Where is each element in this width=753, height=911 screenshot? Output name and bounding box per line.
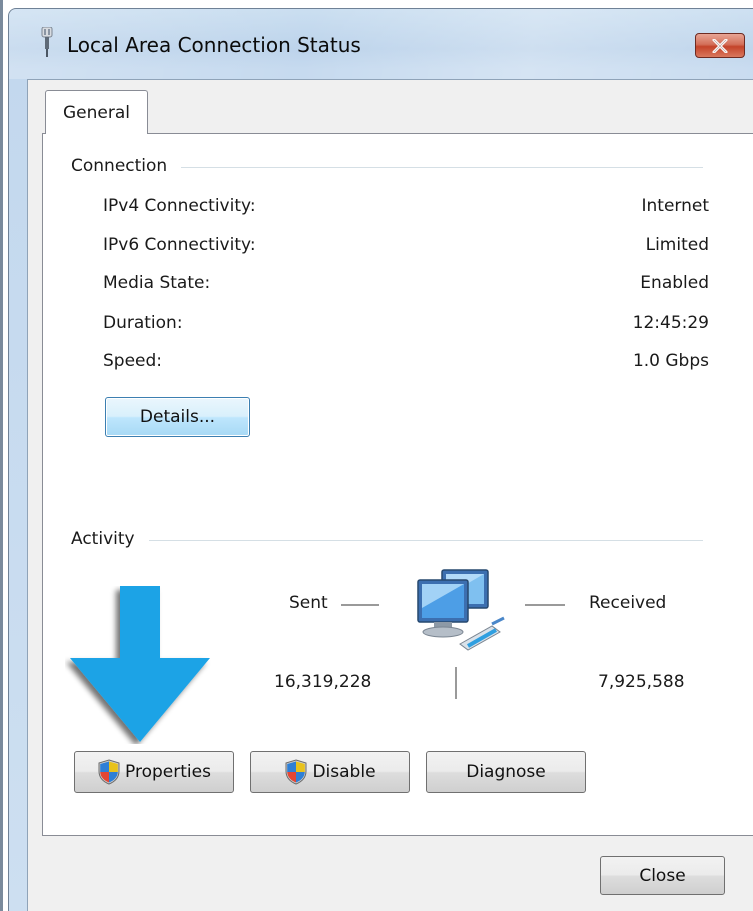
properties-button-label: Properties — [125, 762, 211, 782]
received-connector-line — [525, 604, 565, 606]
properties-button[interactable]: Properties — [74, 751, 234, 793]
ipv6-value: Limited — [645, 235, 709, 255]
sent-connector-line — [341, 604, 379, 606]
speed-value: 1.0 Gbps — [632, 351, 709, 371]
diagnose-button-label: Diagnose — [466, 762, 546, 782]
disable-button-label: Disable — [312, 762, 376, 782]
disable-button[interactable]: Disable — [250, 751, 410, 793]
desktop-edge — [0, 0, 3, 911]
window-title: Local Area Connection Status — [67, 33, 361, 57]
activity-group-label: Activity — [71, 529, 149, 549]
dialog-client: General Connection IPv4 Connectivity: In… — [27, 79, 753, 911]
ipv4-value: Internet — [641, 196, 709, 216]
details-button-label: Details... — [139, 407, 216, 427]
status-window: Local Area Connection Status General Con… — [8, 8, 753, 911]
close-button-label: Close — [639, 865, 686, 886]
activity-divider — [73, 540, 703, 541]
received-label: Received — [589, 593, 667, 613]
down-arrow-icon — [70, 586, 210, 742]
network-plug-icon — [41, 27, 53, 57]
title-bar[interactable]: Local Area Connection Status — [9, 9, 753, 81]
ipv4-label: IPv4 Connectivity: — [103, 196, 256, 216]
connection-group-label: Connection — [71, 156, 182, 176]
ipv6-label: IPv6 Connectivity: — [103, 235, 256, 255]
network-computers-icon — [417, 569, 505, 651]
uac-shield-icon — [98, 759, 120, 785]
duration-value: 12:45:29 — [632, 313, 709, 333]
diagnose-button[interactable]: Diagnose — [426, 751, 586, 793]
sent-bytes-value: 16,319,228 — [274, 672, 372, 692]
uac-shield-icon — [285, 759, 307, 785]
received-bytes-value: 7,925,588 — [598, 672, 685, 692]
duration-label: Duration: — [103, 313, 183, 333]
sent-label: Sent — [289, 593, 328, 613]
close-button[interactable]: Close — [600, 856, 725, 895]
activity-separator — [455, 667, 457, 699]
media-state-label: Media State: — [103, 273, 211, 293]
media-state-value: Enabled — [640, 273, 709, 293]
window-close-button[interactable] — [695, 33, 745, 58]
tab-general[interactable]: General — [45, 90, 148, 134]
details-button[interactable]: Details... — [105, 397, 250, 437]
speed-label: Speed: — [103, 351, 163, 371]
close-icon — [712, 38, 728, 53]
